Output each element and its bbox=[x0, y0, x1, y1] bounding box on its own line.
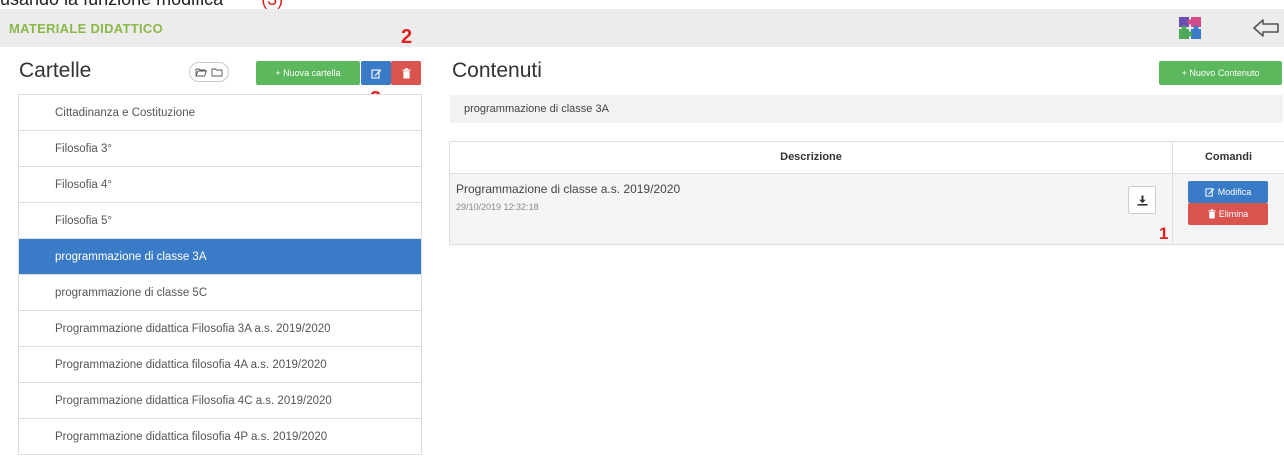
row-description: Programmazione di classe a.s. 2019/2020 … bbox=[450, 174, 1173, 244]
trash-icon bbox=[1208, 209, 1216, 219]
folder-item[interactable]: Programmazione didattica Filosofia 3A a.… bbox=[19, 311, 421, 347]
folder-item[interactable]: Programmazione didattica filosofia 4P a.… bbox=[19, 419, 421, 455]
folder-label: Filosofia 3° bbox=[55, 143, 113, 155]
content-title: Programmazione di classe a.s. 2019/2020 bbox=[456, 182, 681, 196]
folder-item[interactable]: Programmazione didattica Filosofia 4C a.… bbox=[19, 383, 421, 419]
edit-content-button[interactable]: Modifica bbox=[1188, 181, 1268, 203]
trash-icon bbox=[402, 67, 410, 78]
delete-content-button[interactable]: Elimina bbox=[1188, 203, 1268, 225]
col-commands: Comandi bbox=[1204, 151, 1253, 163]
folders-heading: Cartelle bbox=[19, 59, 92, 82]
contents-heading: Contenuti bbox=[452, 59, 542, 82]
row-commands: Modifica Elimina bbox=[1173, 174, 1284, 244]
puzzle-icon[interactable] bbox=[1178, 16, 1202, 40]
folder-label: programmazione di classe 5C bbox=[55, 287, 208, 299]
folder-list: Cittadinanza e Costituzione Filosofia 3°… bbox=[18, 94, 422, 455]
folder-label: Programmazione didattica filosofia 4P a.… bbox=[55, 431, 328, 443]
annotation-2: 2 bbox=[401, 26, 413, 48]
folder-label: Programmazione didattica Filosofia 4C a.… bbox=[55, 395, 332, 407]
folder-closed-icon[interactable] bbox=[211, 67, 223, 77]
folder-label: programmazione di classe 3A bbox=[55, 251, 207, 263]
folder-open-icon[interactable] bbox=[195, 67, 207, 77]
caption-text: usando la funzione modifica bbox=[0, 0, 223, 9]
edit-content-label: Modifica bbox=[1217, 187, 1252, 197]
download-icon bbox=[1137, 195, 1147, 206]
back-arrow-icon[interactable] bbox=[1252, 17, 1280, 39]
folder-label: Programmazione didattica Filosofia 3A a.… bbox=[55, 323, 331, 335]
folder-item[interactable]: Filosofia 5° bbox=[19, 203, 421, 239]
folder-item[interactable]: programmazione di classe 5C bbox=[19, 275, 421, 311]
new-folder-label: + Nuova cartella bbox=[275, 68, 341, 78]
new-content-button[interactable]: + Nuovo Contenuto bbox=[1159, 61, 1282, 85]
annotation-1: 1 bbox=[1159, 224, 1169, 243]
folder-label: Programmazione didattica filosofia 4A a.… bbox=[55, 359, 327, 371]
delete-content-label: Elimina bbox=[1218, 209, 1249, 219]
caption: usando la funzione modifica (3) bbox=[0, 0, 283, 9]
folder-item[interactable]: Filosofia 3° bbox=[19, 131, 421, 167]
current-folder-bar: programmazione di classe 3A bbox=[450, 95, 1283, 123]
folder-label: Filosofia 4° bbox=[55, 179, 113, 191]
download-button[interactable] bbox=[1128, 186, 1156, 214]
edit-icon bbox=[370, 68, 381, 79]
folder-label: Cittadinanza e Costituzione bbox=[55, 107, 195, 119]
col-description: Descrizione bbox=[450, 142, 1173, 173]
folder-view-toggle[interactable] bbox=[189, 62, 229, 82]
new-content-label: + Nuovo Contenuto bbox=[1181, 68, 1260, 78]
folder-item[interactable]: Filosofia 4° bbox=[19, 167, 421, 203]
edit-icon bbox=[1205, 188, 1215, 197]
folder-label: Filosofia 5° bbox=[55, 215, 113, 227]
caption-ref: (3) bbox=[261, 0, 283, 9]
folder-item-selected[interactable]: programmazione di classe 3A bbox=[19, 239, 421, 275]
delete-folder-button[interactable] bbox=[391, 61, 421, 85]
current-folder-name: programmazione di classe 3A bbox=[464, 103, 609, 115]
content-date: 29/10/2019 12:32:18 bbox=[456, 202, 539, 212]
table-header: Descrizione Comandi bbox=[450, 142, 1284, 174]
top-bar: MATERIALE DIDATTICO bbox=[0, 9, 1284, 47]
new-folder-button[interactable]: + Nuova cartella bbox=[256, 61, 360, 85]
app-title: MATERIALE DIDATTICO bbox=[9, 21, 163, 36]
edit-folder-button[interactable] bbox=[361, 61, 391, 85]
folder-item[interactable]: Cittadinanza e Costituzione bbox=[19, 95, 421, 131]
folder-item[interactable]: Programmazione didattica filosofia 4A a.… bbox=[19, 347, 421, 383]
